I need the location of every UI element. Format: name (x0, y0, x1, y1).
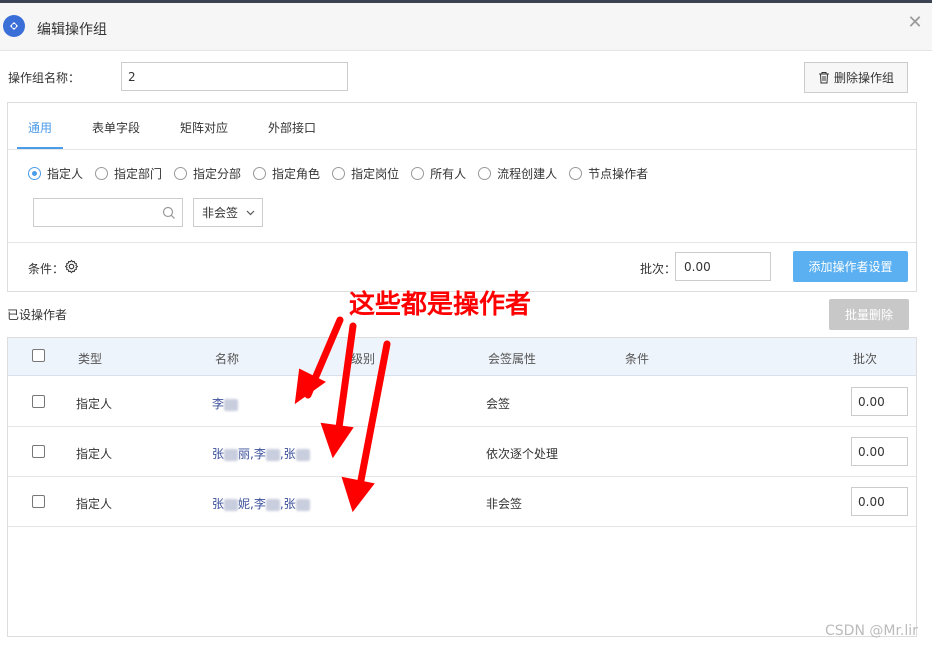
row-sign: 非会签 (486, 497, 523, 511)
sign-type-value: 非会签 (202, 206, 239, 220)
row-batch-input[interactable] (851, 387, 908, 416)
tab-external-api[interactable]: 外部接口 (268, 119, 316, 136)
app-logo-icon (3, 15, 25, 37)
table-row: 指定人 张妮,李 ,张 非会签 (8, 477, 916, 527)
radio-button[interactable] (95, 167, 109, 180)
tab-active-indicator (17, 147, 63, 149)
table-row: 指定人 李 会签 (8, 377, 916, 427)
redacted-block (295, 498, 310, 511)
name-text: ,张 (279, 447, 296, 461)
radio-button[interactable] (253, 167, 267, 180)
row-name[interactable]: 张妮,李 ,张 (212, 495, 310, 512)
radio-label: 指定分部 (193, 167, 242, 181)
settings-panel: 通用 表单字段 矩阵对应 外部接口 指定人 指定部门 指定分部 指定角色 指定岗… (7, 102, 917, 292)
column-header-batch: 批次 (853, 352, 878, 366)
batch-label: 批次： (640, 262, 677, 276)
radio-label: 指定岗位 (351, 167, 400, 181)
delete-group-button[interactable]: 删除操作组 (804, 62, 908, 93)
radio-label: 指定人 (47, 167, 84, 181)
table-row: 指定人 张丽,李 ,张 依次逐个处理 (8, 427, 916, 477)
name-text: ,张 (279, 497, 296, 511)
group-name-input[interactable] (121, 62, 348, 91)
row-name[interactable]: 李 (212, 395, 239, 412)
row-type: 指定人 (76, 447, 113, 461)
row-batch-input[interactable] (851, 487, 908, 516)
radio-button[interactable] (478, 167, 492, 180)
redacted-block (265, 498, 280, 511)
operator-type-radios: 指定人 指定部门 指定分部 指定角色 指定岗位 所有人 流程创建人 节点操作者 (28, 165, 660, 182)
row-checkbox[interactable] (32, 395, 45, 408)
radio-node-operator[interactable]: 节点操作者 (569, 165, 648, 182)
radio-label: 指定部门 (114, 167, 163, 181)
redacted-block (295, 448, 310, 461)
batch-input[interactable] (675, 252, 771, 281)
select-all-checkbox[interactable] (32, 349, 45, 362)
tab-form-fields[interactable]: 表单字段 (92, 119, 140, 136)
condition-row: 条件： 批次： 添加操作者设置 (8, 242, 916, 291)
chevron-down-icon (246, 210, 255, 215)
group-name-label: 操作组名称： (8, 71, 81, 85)
column-header-type: 类型 (78, 352, 103, 366)
radio-button[interactable] (28, 167, 41, 180)
row-type: 指定人 (76, 497, 113, 511)
column-header-condition: 条件 (625, 352, 650, 366)
radio-flow-creator[interactable]: 流程创建人 (478, 165, 557, 182)
radio-button[interactable] (411, 167, 425, 180)
search-input[interactable] (33, 198, 183, 227)
column-header-sign: 会签属性 (488, 352, 537, 366)
radio-label: 节点操作者 (588, 167, 649, 181)
redacted-block (265, 448, 280, 461)
tab-general[interactable]: 通用 (28, 119, 52, 136)
dialog-title: 编辑操作组 (37, 22, 107, 38)
radio-specified-person[interactable]: 指定人 (28, 165, 83, 182)
row-checkbox[interactable] (32, 495, 45, 508)
watermark: CSDN @Mr.lir (825, 623, 918, 639)
tab-bar: 通用 表单字段 矩阵对应 外部接口 (8, 103, 916, 150)
row-batch-input[interactable] (851, 437, 908, 466)
radio-everyone[interactable]: 所有人 (411, 165, 466, 182)
row-checkbox[interactable] (32, 445, 45, 458)
redacted-block (224, 498, 239, 511)
radio-label: 指定角色 (272, 167, 321, 181)
name-text: 张 (212, 447, 225, 461)
column-header-level: 级别 (351, 352, 376, 366)
name-text: 李 (212, 397, 225, 411)
table-header: 类型 名称 级别 会签属性 条件 批次 (8, 338, 916, 376)
sign-type-select[interactable]: 非会签 (193, 198, 263, 227)
search-icon[interactable] (162, 206, 176, 220)
name-text: 丽,李 (238, 447, 266, 461)
radio-button[interactable] (569, 167, 583, 180)
radio-label: 所有人 (430, 167, 467, 181)
row-name[interactable]: 张丽,李 ,张 (212, 445, 310, 462)
radio-button[interactable] (332, 167, 346, 180)
radio-specified-role[interactable]: 指定角色 (253, 165, 320, 182)
row-type: 指定人 (76, 397, 113, 411)
row-sign: 会签 (486, 397, 511, 411)
radio-specified-branch[interactable]: 指定分部 (174, 165, 241, 182)
name-text: 张 (212, 497, 225, 511)
operators-table: 类型 名称 级别 会签属性 条件 批次 指定人 李 会签 指定人 张丽,李 ,张 … (7, 337, 917, 637)
add-operator-button[interactable]: 添加操作者设置 (793, 251, 908, 282)
bulk-delete-button[interactable]: 批量删除 (829, 299, 909, 330)
trash-icon (818, 72, 829, 84)
gear-icon[interactable] (64, 259, 79, 274)
radio-specified-dept[interactable]: 指定部门 (95, 165, 162, 182)
column-header-name: 名称 (215, 352, 240, 366)
radio-button[interactable] (174, 167, 188, 180)
redacted-block (224, 398, 239, 411)
row-sign: 依次逐个处理 (486, 447, 559, 461)
dialog-titlebar: 编辑操作组 ✕ (0, 3, 932, 51)
condition-label: 条件： (28, 262, 65, 276)
delete-group-label: 删除操作组 (833, 71, 894, 85)
tab-matrix[interactable]: 矩阵对应 (180, 119, 228, 136)
radio-label: 流程创建人 (497, 167, 558, 181)
operators-section-label: 已设操作者 (7, 308, 68, 322)
redacted-block (224, 448, 239, 461)
radio-specified-post[interactable]: 指定岗位 (332, 165, 399, 182)
close-icon[interactable]: ✕ (907, 14, 923, 32)
name-text: 妮,李 (238, 497, 266, 511)
